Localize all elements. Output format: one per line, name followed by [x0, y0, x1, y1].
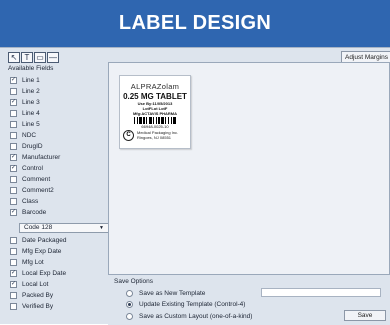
field-drugid[interactable]: DrugID	[10, 141, 43, 151]
barcode-graphic	[129, 117, 181, 124]
save-options-panel: Save Options Save as New Template Update…	[108, 275, 390, 325]
save-as-new-template-option[interactable]: Save as New Template	[126, 288, 205, 298]
save-option-radio[interactable]	[126, 300, 133, 308]
line-tool-icon[interactable]: —	[47, 52, 59, 63]
field-line-1[interactable]: ✓ Line 1	[10, 75, 40, 85]
label-design-window: ↖ T ▭ — Adjust Margins Available Fields …	[0, 47, 390, 325]
field-comment[interactable]: Comment	[10, 174, 50, 184]
field-barcode[interactable]: ✓ Barcode	[10, 207, 46, 217]
field-label: Class	[22, 197, 39, 205]
chevron-down-icon: ▼	[99, 225, 104, 231]
field-label: Line 4	[22, 109, 40, 117]
field-line-4[interactable]: Line 4	[10, 108, 40, 118]
field-class[interactable]: Class	[10, 196, 38, 206]
page-title-banner: LABEL DESIGN	[0, 0, 390, 47]
save-option-label: Save as New Template	[139, 289, 206, 297]
barcode-type-value: Code 128	[24, 224, 53, 231]
drug-name: ALPRAZolam	[130, 82, 180, 91]
field-checkbox[interactable]	[10, 197, 17, 205]
field-label: Line 2	[22, 87, 40, 95]
save-button[interactable]: Save	[344, 310, 386, 321]
pointer-tool-icon[interactable]: ↖	[8, 52, 20, 63]
field-checkbox[interactable]: ✓	[10, 280, 17, 288]
field-label: Line 1	[22, 76, 40, 84]
field-checkbox[interactable]: ✓	[10, 164, 17, 172]
field-label: Manufacturer	[22, 153, 61, 161]
field-packed-by[interactable]: Packed By	[10, 290, 53, 300]
save-option-radio[interactable]	[126, 289, 133, 297]
field-label: Local Exp Date	[22, 269, 67, 277]
field-label: Mfg Lot	[22, 258, 44, 266]
field-date-packaged[interactable]: Date Packaged	[10, 235, 66, 245]
field-label: Line 5	[22, 120, 40, 128]
field-checkbox[interactable]	[10, 236, 17, 244]
field-label: Date Packaged	[22, 236, 67, 244]
new-template-name-input[interactable]	[261, 288, 381, 297]
field-label: Barcode	[22, 208, 47, 216]
available-fields-title: Available Fields	[8, 65, 54, 72]
barcode-bar	[175, 117, 177, 124]
field-line-2[interactable]: Line 2	[10, 86, 40, 96]
text-tool-icon[interactable]: T	[21, 52, 33, 63]
field-label: NDC	[22, 131, 37, 139]
field-line-3[interactable]: ✓ Line 3	[10, 97, 40, 107]
field-control[interactable]: ✓ Control	[10, 163, 43, 173]
field-mfg-lot[interactable]: Mfg Lot	[10, 257, 44, 267]
update-existing-template-option[interactable]: Update Existing Template (Control-4)	[126, 299, 245, 309]
field-checkbox[interactable]	[10, 258, 17, 266]
field-label: Mfg Exp Date	[22, 247, 62, 255]
field-line-5[interactable]: Line 5	[10, 119, 40, 129]
field-checkbox[interactable]	[10, 120, 17, 128]
field-checkbox[interactable]	[10, 175, 17, 183]
field-checkbox[interactable]	[10, 142, 17, 150]
label-preview[interactable]: ALPRAZolam 0.25 MG TABLET Use By:11/05/2…	[119, 75, 191, 149]
drug-strength: 0.25 MG TABLET	[123, 92, 187, 101]
field-checkbox[interactable]: ✓	[10, 76, 17, 84]
field-label: Control	[22, 164, 43, 172]
field-verified-by[interactable]: Verified By	[10, 301, 53, 311]
packager-address: Medical Packaging Inc. Ringoes, NJ 08551	[137, 130, 178, 140]
field-checkbox[interactable]	[10, 131, 17, 139]
field-checkbox[interactable]	[10, 247, 17, 255]
field-checkbox[interactable]: ✓	[10, 153, 17, 161]
packager-city: Ringoes, NJ 08551	[137, 135, 172, 140]
save-options-title: Save Options	[114, 278, 154, 285]
manufacturer: Mfg:ACTAVIS PHARMA	[132, 111, 178, 116]
packager-block: C Medical Packaging Inc. Ringoes, NJ 085…	[123, 127, 189, 143]
drawing-toolbar: ↖ T ▭ —	[8, 52, 59, 64]
barcode-type-select[interactable]: Code 128 ▼	[19, 223, 111, 233]
packager-logo-icon: C	[123, 129, 134, 141]
field-comment2[interactable]: Comment2	[10, 185, 54, 195]
label-design-canvas[interactable]: ALPRAZolam 0.25 MG TABLET Use By:11/05/2…	[108, 62, 390, 275]
field-local-lot[interactable]: ✓ Local Lot	[10, 279, 48, 289]
field-ndc[interactable]: NDC	[10, 130, 36, 140]
field-checkbox[interactable]	[10, 87, 17, 95]
save-option-label: Save as Custom Layout (one-of-a-kind)	[139, 312, 253, 320]
field-checkbox[interactable]	[10, 302, 17, 310]
field-checkbox[interactable]: ✓	[10, 269, 17, 277]
field-label: Comment2	[22, 186, 54, 194]
field-checkbox[interactable]	[10, 291, 17, 299]
field-checkbox[interactable]: ✓	[10, 98, 17, 106]
save-option-radio[interactable]	[126, 312, 133, 320]
field-manufacturer[interactable]: ✓ Manufacturer	[10, 152, 60, 162]
field-checkbox[interactable]	[10, 109, 17, 117]
field-label: Local Lot	[22, 280, 49, 288]
rectangle-tool-icon[interactable]: ▭	[34, 52, 46, 63]
field-local-exp-date[interactable]: ✓ Local Exp Date	[10, 268, 66, 278]
field-label: Comment	[22, 175, 51, 183]
save-option-label: Update Existing Template (Control-4)	[139, 300, 246, 308]
field-checkbox[interactable]: ✓	[10, 208, 17, 216]
field-label: DrugID	[22, 142, 43, 150]
field-label: Packed By	[22, 291, 54, 299]
field-label: Verified By	[22, 302, 54, 310]
field-checkbox[interactable]	[10, 186, 17, 194]
field-mfg-exp-date[interactable]: Mfg Exp Date	[10, 246, 61, 256]
field-label: Line 3	[22, 98, 40, 106]
save-as-custom-layout-option[interactable]: Save as Custom Layout (one-of-a-kind)	[126, 311, 252, 321]
